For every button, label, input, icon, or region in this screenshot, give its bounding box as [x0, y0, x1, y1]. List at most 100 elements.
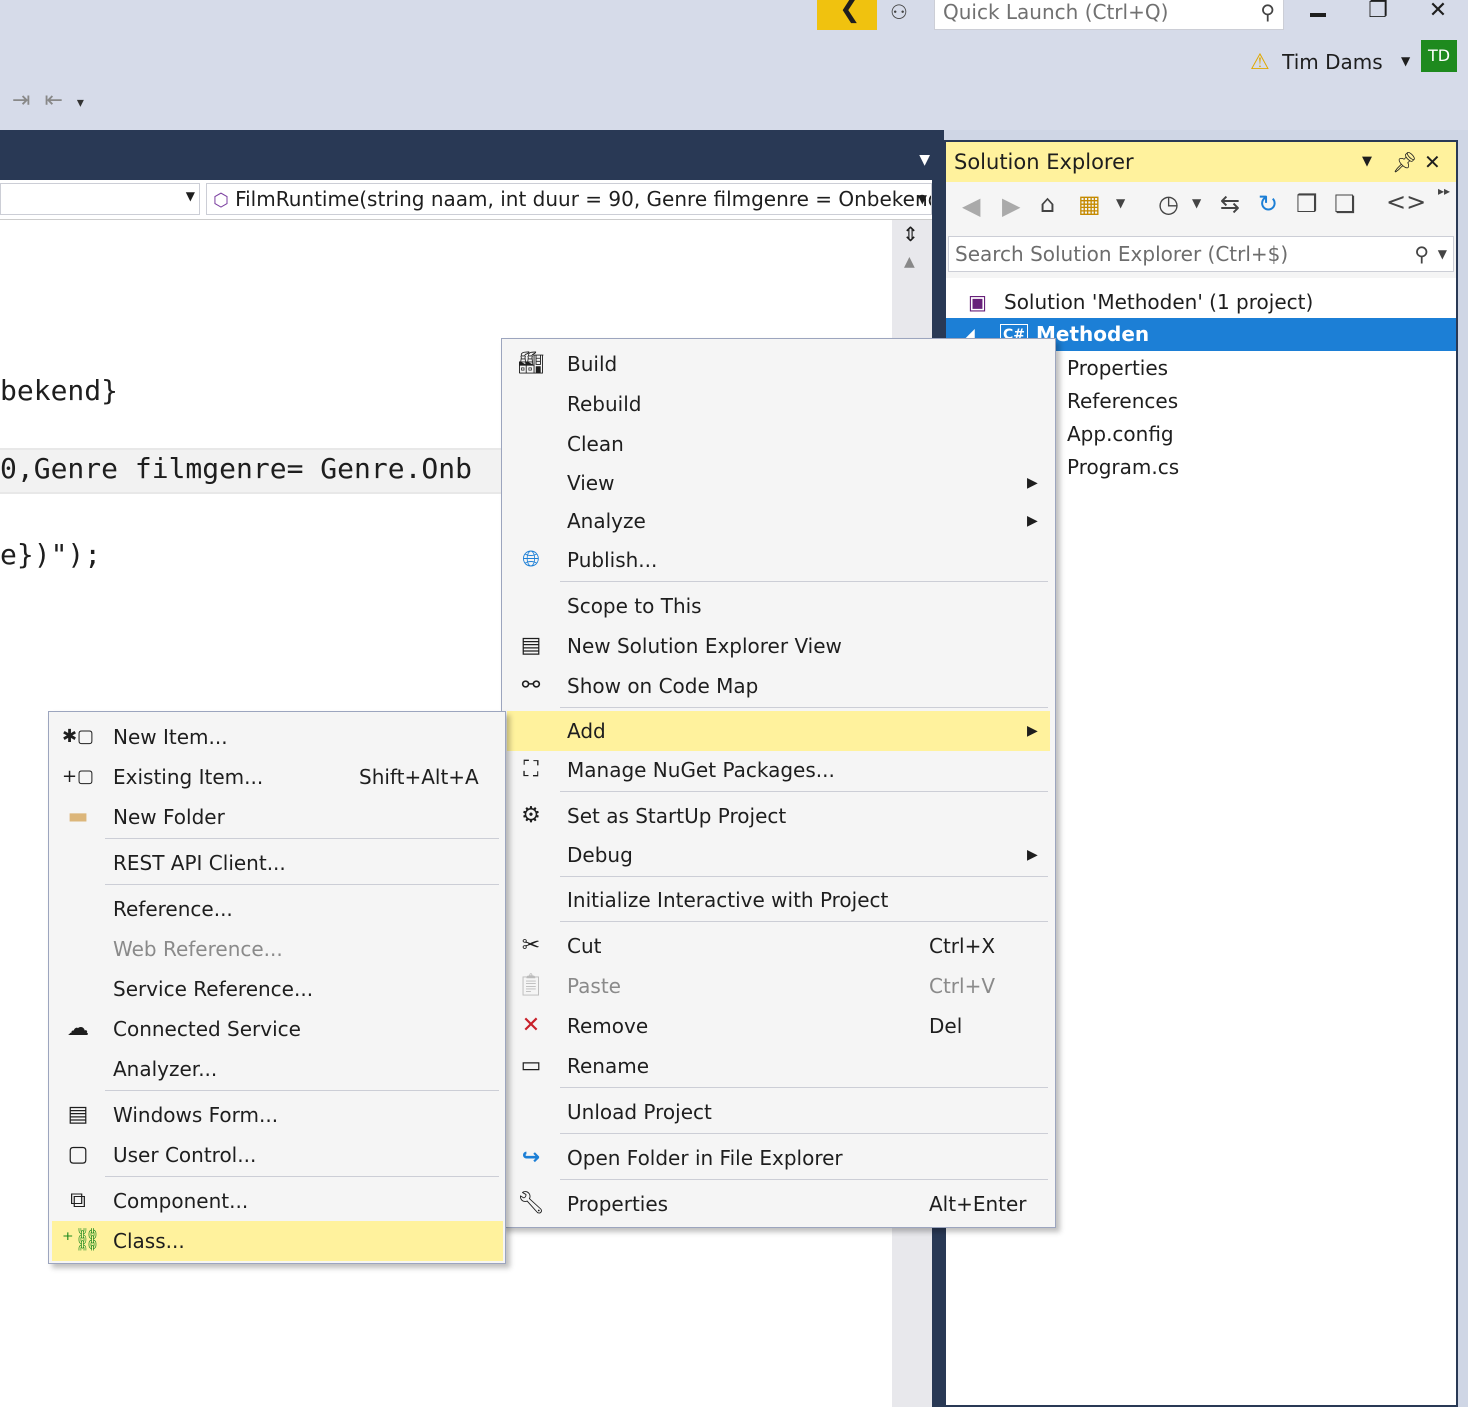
close-window-button[interactable]: ✕	[1418, 0, 1458, 28]
menu-item-label: New Solution Explorer View	[567, 634, 842, 658]
live-share-icon[interactable]: ⚇	[890, 0, 918, 26]
menu-separator	[560, 581, 1048, 582]
chevron-down-icon[interactable]: ▼	[1438, 237, 1447, 271]
menu-item-shortcut: Del	[929, 1014, 963, 1038]
menu-item-label: Open Folder in File Explorer	[567, 1146, 843, 1170]
collapse-all-icon[interactable]: ❒	[1296, 190, 1318, 218]
menu-item-analyze[interactable]: Analyze ▶	[503, 501, 1055, 541]
menu-item-label: Remove	[567, 1014, 649, 1038]
close-icon[interactable]: ✕	[1424, 142, 1441, 182]
tab-list-dropdown-icon[interactable]: ▼	[919, 152, 930, 168]
menu-item-analyzer[interactable]: Analyzer...	[50, 1049, 505, 1089]
code-line-text: e})");	[0, 538, 102, 571]
split-window-icon[interactable]: ⇕	[902, 222, 919, 246]
menu-item-web-reference[interactable]: Web Reference...	[50, 929, 505, 969]
menu-item-rebuild[interactable]: Rebuild	[503, 384, 1055, 424]
menu-item-label: New Folder	[113, 805, 225, 829]
back-icon[interactable]: ◀	[962, 192, 980, 220]
menu-item-rename[interactable]: ▭ Rename	[503, 1046, 1055, 1086]
menu-item-debug[interactable]: Debug ▶	[503, 835, 1055, 875]
menu-item-publish[interactable]: 🌐︎ Publish...	[503, 540, 1055, 580]
menu-item-service-reference[interactable]: Service Reference...	[50, 969, 505, 1009]
menu-item-label: Connected Service	[113, 1017, 301, 1041]
restore-icon: ❐	[1368, 0, 1388, 23]
restore-button[interactable]: ❐	[1358, 0, 1398, 28]
pending-changes-icon[interactable]: ◷	[1158, 190, 1179, 218]
bookmark-clear-icon[interactable]: ⇤	[44, 88, 76, 113]
menu-item-class[interactable]: ⁺⛓ Class...	[52, 1221, 503, 1261]
menu-item-rest-api-client[interactable]: REST API Client...	[50, 843, 505, 883]
menu-item-label: Show on Code Map	[567, 674, 759, 698]
menu-item-existing-item[interactable]: +▢ Existing Item... Shift+Alt+A	[50, 757, 505, 797]
view-code-icon[interactable]: <>	[1386, 188, 1426, 216]
forward-icon[interactable]: ▶	[1002, 192, 1020, 220]
chevron-down-icon[interactable]: ▼	[1192, 196, 1201, 210]
menu-item-label: Windows Form...	[113, 1103, 279, 1127]
menu-item-build[interactable]: 🏭︎ Build	[503, 344, 1055, 384]
tree-item-solution[interactable]: ▣ Solution 'Methoden' (1 project)	[946, 286, 1456, 319]
new-item-icon: ✱▢	[61, 726, 95, 747]
user-control-icon: ▢	[67, 1142, 89, 1167]
menu-item-initialize-interactive[interactable]: Initialize Interactive with Project	[503, 880, 1055, 920]
menu-item-component[interactable]: ⧉ Component...	[50, 1181, 505, 1221]
menu-item-cut[interactable]: ✂ Cut Ctrl+X	[503, 926, 1055, 966]
remove-x-icon: ✕	[521, 1013, 541, 1038]
menu-item-scope-to-this[interactable]: Scope to This	[503, 586, 1055, 626]
sync-icon[interactable]: ⇆	[1220, 190, 1240, 218]
menu-item-unload-project[interactable]: Unload Project	[503, 1092, 1055, 1132]
menu-item-remove[interactable]: ✕ Remove Del	[503, 1006, 1055, 1046]
minimize-button[interactable]	[1298, 0, 1338, 28]
member-dropdown[interactable]: ⬡ FilmRuntime(string naam, int duur = 90…	[206, 183, 932, 215]
new-view-icon: ▤	[520, 633, 542, 658]
pin-icon[interactable]: 📌︎	[1392, 142, 1417, 182]
user-account[interactable]: ⚠ Tim Dams ▼	[1250, 44, 1410, 78]
feedback-button[interactable]: ❮	[817, 0, 877, 30]
menu-item-new-folder[interactable]: ▬ New Folder	[50, 797, 505, 837]
menu-item-add[interactable]: Add ▶	[507, 711, 1050, 751]
menu-item-view[interactable]: View ▶	[503, 463, 1055, 503]
menu-item-new-item[interactable]: ✱▢ New Item...	[50, 717, 505, 757]
menu-item-new-solution-explorer-view[interactable]: ▤ New Solution Explorer View	[503, 626, 1055, 666]
menu-item-manage-nuget[interactable]: ⛶ Manage NuGet Packages...	[503, 750, 1055, 790]
window-position-icon[interactable]: ▼	[1362, 142, 1372, 182]
refresh-icon[interactable]: ↻	[1258, 190, 1278, 218]
solution-explorer-search[interactable]: Search Solution Explorer (Ctrl+$) ⚲ ▼	[948, 236, 1454, 272]
build-icon: 🏭︎	[517, 351, 545, 376]
menu-item-label: Initialize Interactive with Project	[567, 888, 889, 912]
scroll-up-icon[interactable]: ▲	[904, 254, 915, 270]
warning-icon: ⚠	[1250, 50, 1270, 75]
menu-item-label: Web Reference...	[113, 937, 283, 961]
type-dropdown[interactable]: ▼	[0, 183, 200, 215]
tree-item-label: App.config	[1067, 422, 1174, 446]
bookmark-next-icon[interactable]: ⇥	[12, 88, 44, 113]
menu-item-set-startup[interactable]: ⚙ Set as StartUp Project	[503, 796, 1055, 836]
menu-item-clean[interactable]: Clean	[503, 424, 1055, 464]
avatar[interactable]: TD	[1421, 40, 1457, 72]
chevron-down-icon: ▼	[185, 189, 195, 203]
user-name: Tim Dams	[1282, 50, 1383, 74]
menu-item-label: User Control...	[113, 1143, 257, 1167]
scissors-icon: ✂	[521, 933, 541, 958]
menu-item-open-folder[interactable]: ↪ Open Folder in File Explorer	[503, 1138, 1055, 1178]
close-icon: ✕	[1428, 0, 1448, 23]
chevron-down-icon[interactable]: ▼	[1116, 196, 1125, 210]
solution-explorer-title-bar: Solution Explorer ▼ 📌︎ ✕	[946, 142, 1456, 182]
code-line-text: 0,Genre filmgenre= Genre.Onb	[0, 452, 473, 485]
menu-item-reference[interactable]: Reference...	[50, 889, 505, 929]
home-icon[interactable]: ⌂	[1040, 190, 1055, 218]
menu-item-user-control[interactable]: ▢ User Control...	[50, 1135, 505, 1175]
menu-item-windows-form[interactable]: ▤ Windows Form...	[50, 1095, 505, 1135]
show-all-files-icon[interactable]: ❏	[1334, 190, 1356, 218]
quick-launch-input[interactable]: Quick Launch (Ctrl+Q) ⚲	[934, 0, 1284, 30]
menu-item-paste[interactable]: 📋︎ Paste Ctrl+V	[503, 966, 1055, 1006]
switch-views-icon[interactable]: ▦	[1078, 190, 1101, 218]
menu-item-label: Reference...	[113, 897, 233, 921]
menu-item-show-on-code-map[interactable]: ⚯ Show on Code Map	[503, 666, 1055, 706]
menu-item-connected-service[interactable]: ☁ Connected Service	[50, 1009, 505, 1049]
component-icon: ⧉	[70, 1188, 86, 1213]
menu-item-properties[interactable]: 🔧︎ Properties Alt+Enter	[503, 1184, 1055, 1224]
menu-item-label: REST API Client...	[113, 851, 286, 875]
toolbar-overflow-icon[interactable]: ▸▸	[1438, 184, 1450, 198]
menu-item-label: Properties	[567, 1192, 669, 1216]
toolbar-overflow-icon[interactable]: ▾	[77, 95, 98, 111]
